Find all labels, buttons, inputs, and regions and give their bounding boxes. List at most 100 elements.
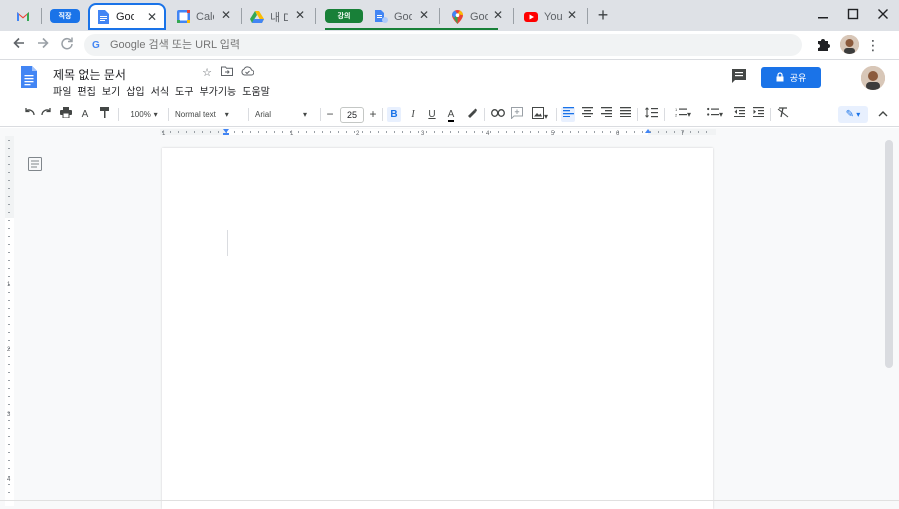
bold-button[interactable]: B	[387, 107, 401, 122]
redo-icon[interactable]	[40, 107, 54, 122]
back-button[interactable]	[10, 36, 28, 54]
tab-docs-2[interactable]: Goo ✕	[368, 3, 436, 30]
paint-format-icon[interactable]	[97, 107, 111, 122]
text-color-button[interactable]: A	[444, 107, 458, 122]
menu-help[interactable]: 도움말	[242, 83, 270, 98]
ruler-tick	[8, 492, 10, 493]
tab-gmail[interactable]	[10, 3, 36, 30]
spellcheck-icon[interactable]: A	[78, 107, 92, 122]
forward-button[interactable]	[34, 36, 52, 54]
tab-divider	[439, 8, 440, 24]
new-tab-button[interactable]: +	[594, 6, 612, 24]
horizontal-ruler[interactable]: 11234567	[160, 128, 716, 136]
align-left-button[interactable]	[561, 107, 575, 122]
menu-insert[interactable]: 삽입	[126, 83, 144, 98]
profile-avatar-small[interactable]	[840, 35, 859, 54]
font-select[interactable]: Arial ▾	[255, 107, 319, 122]
menu-addons[interactable]: 부가기능	[199, 83, 236, 98]
zoom-select[interactable]: 100% ▾	[124, 107, 164, 122]
close-icon[interactable]: ✕	[294, 9, 306, 21]
document-canvas[interactable]: 11234567 1234	[0, 128, 899, 509]
docs-toolbar: A 100% ▾ Normal text ▾ Arial ▾ − 25 + B I…	[0, 102, 899, 127]
ruler-tick	[458, 131, 459, 133]
ruler-tick	[530, 131, 531, 133]
ruler-tick	[8, 164, 10, 165]
url-input[interactable]	[110, 39, 710, 51]
docs-logo-icon[interactable]	[21, 66, 37, 88]
menu-format[interactable]: 서식	[151, 83, 169, 98]
document-title[interactable]: 제목 없는 문서	[53, 66, 126, 83]
collapse-menus-icon[interactable]	[876, 107, 890, 122]
highlight-pen-icon[interactable]	[464, 107, 478, 122]
decrease-indent-icon[interactable]	[732, 107, 746, 122]
tab-divider	[241, 8, 242, 24]
increase-indent-icon[interactable]	[751, 107, 765, 122]
move-folder-icon[interactable]	[220, 66, 234, 80]
font-size-input[interactable]: 25	[340, 107, 364, 123]
star-icon[interactable]: ☆	[200, 66, 214, 80]
close-icon[interactable]: ✕	[566, 9, 578, 21]
vertical-ruler[interactable]: 1234	[5, 136, 14, 506]
tab-group-chip[interactable]: 강의	[325, 9, 363, 23]
italic-button[interactable]: I	[406, 107, 420, 122]
chevron-down-icon: ▾	[153, 110, 158, 119]
close-window-button[interactable]	[874, 6, 892, 24]
clear-formatting-icon[interactable]	[776, 107, 790, 122]
close-icon[interactable]: ✕	[220, 9, 232, 21]
align-right-button[interactable]	[599, 107, 613, 122]
bulleted-list-button[interactable]: ▾	[702, 107, 728, 122]
maximize-button[interactable]	[844, 6, 862, 24]
close-icon[interactable]: ✕	[492, 9, 504, 21]
extensions-puzzle-icon[interactable]	[815, 37, 831, 53]
insert-link-icon[interactable]	[490, 107, 506, 122]
menu-file[interactable]: 파일	[53, 83, 71, 98]
menu-view[interactable]: 보기	[102, 83, 120, 98]
minimize-button[interactable]	[814, 6, 832, 24]
ruler-tick	[8, 468, 10, 469]
comments-icon[interactable]	[731, 68, 747, 84]
ruler-tick	[8, 252, 10, 253]
tab-group-chip[interactable]: 직장	[50, 9, 80, 23]
tab-youtube[interactable]: You ✕	[518, 3, 584, 30]
close-window-icon	[878, 9, 888, 19]
decrease-font-size-button[interactable]: −	[324, 107, 336, 122]
address-bar[interactable]: G	[84, 34, 802, 56]
add-comment-icon[interactable]	[510, 107, 524, 122]
align-center-button[interactable]	[580, 107, 594, 122]
ruler-tick	[8, 220, 10, 221]
menu-edit[interactable]: 편집	[77, 83, 95, 98]
reload-button[interactable]	[58, 36, 76, 54]
close-icon[interactable]: ✕	[418, 9, 430, 21]
close-icon[interactable]: ✕	[146, 11, 158, 23]
tab-drive[interactable]: 내 D ✕	[244, 3, 312, 30]
style-select[interactable]: Normal text ▾	[175, 107, 243, 122]
print-icon[interactable]	[59, 107, 73, 122]
cloud-status-icon[interactable]	[240, 66, 254, 80]
numbered-list-button[interactable]: 1 2 ▾	[670, 107, 696, 122]
increase-font-size-button[interactable]: +	[367, 107, 379, 122]
ruler-tick	[210, 131, 211, 133]
vertical-scrollbar[interactable]	[885, 140, 893, 368]
undo-icon[interactable]	[22, 107, 36, 122]
account-avatar[interactable]	[861, 66, 885, 90]
ruler-tick	[194, 131, 195, 133]
underline-button[interactable]: U	[425, 107, 439, 122]
menu-tools[interactable]: 도구	[175, 83, 193, 98]
tab-maps[interactable]: Goo ✕	[444, 3, 510, 30]
ruler-tick	[8, 196, 10, 197]
share-button[interactable]: 공유	[761, 67, 821, 88]
insert-image-button[interactable]: ▾	[529, 107, 551, 122]
tab-calendar[interactable]: Cale ✕	[170, 3, 238, 30]
tab-docs-active[interactable]: Goo ✕	[88, 3, 166, 30]
justify-button[interactable]	[618, 107, 632, 122]
ruler-tick	[8, 388, 10, 389]
document-outline-icon[interactable]	[28, 157, 42, 171]
line-spacing-icon[interactable]	[643, 107, 659, 122]
editing-mode-button[interactable]: ✎ ▾	[838, 106, 868, 123]
document-page[interactable]	[162, 148, 713, 509]
browser-menu-icon[interactable]: ⋮	[866, 36, 880, 54]
tab-divider	[41, 8, 42, 24]
ruler-tick	[666, 131, 667, 133]
svg-text:1: 1	[675, 107, 678, 112]
ruler-tick	[586, 131, 587, 133]
